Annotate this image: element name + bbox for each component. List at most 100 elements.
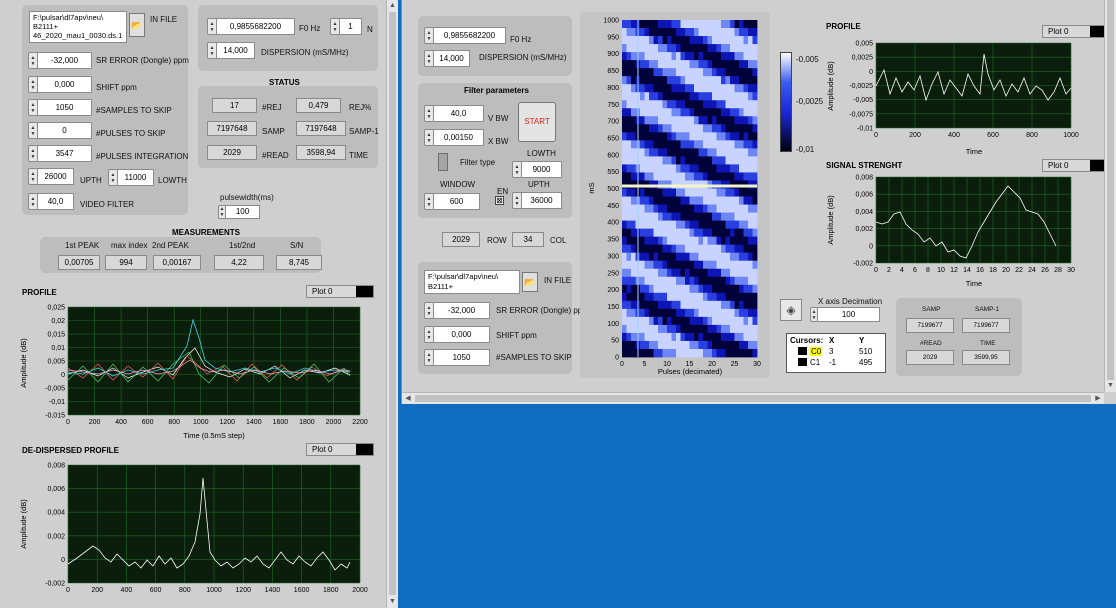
folder-browse-button[interactable]: 📂 bbox=[129, 13, 145, 37]
upth-input[interactable]: 26000 bbox=[38, 168, 74, 185]
waterfall-cell bbox=[694, 36, 699, 45]
rf-in-file-path[interactable]: F:\pulsar\dl7apv\neu\ B2111+ bbox=[424, 270, 520, 294]
start-button[interactable]: START bbox=[518, 102, 556, 142]
dedispersed-legend[interactable]: Plot 0 bbox=[306, 443, 374, 456]
xbw-input[interactable]: 0,00150 bbox=[434, 129, 484, 146]
waterfall-cell bbox=[658, 196, 663, 205]
n-control[interactable]: ▲ ▼ 1 bbox=[330, 18, 362, 35]
dispersion-control[interactable]: ▲ ▼ 14,000 bbox=[207, 42, 255, 59]
cursor-table[interactable]: Cursors: X Y C0 3 510 C1 -1 495 bbox=[786, 333, 886, 373]
rf-sr-error-control[interactable]: ▲ ▼ -32,000 bbox=[424, 302, 490, 319]
xbw-control[interactable]: ▲ ▼ 0,00150 bbox=[424, 129, 484, 146]
waterfall-cell bbox=[739, 340, 744, 350]
waterfall-cell bbox=[703, 188, 708, 197]
waterfall-cell bbox=[676, 268, 681, 278]
video-filter-input[interactable]: 40,0 bbox=[38, 193, 74, 210]
en-checkbox[interactable]: ⊠ bbox=[495, 196, 504, 205]
sr-error-control[interactable]: ▲ ▼ -32,000 bbox=[28, 52, 92, 69]
vbw-input[interactable]: 40,0 bbox=[434, 105, 484, 122]
waterfall-cell bbox=[631, 252, 636, 262]
sr-error-input[interactable]: -32,000 bbox=[38, 52, 92, 69]
window-control[interactable]: ▲ ▼ 600 bbox=[424, 193, 480, 210]
waterfall-cell bbox=[703, 124, 708, 133]
rf-folder-browse-button[interactable]: 📂 bbox=[522, 272, 538, 292]
pulses-skip-input[interactable]: 0 bbox=[38, 122, 92, 139]
scroll-thumb[interactable] bbox=[1107, 0, 1114, 380]
waterfall-cell bbox=[658, 228, 663, 238]
f0-input[interactable]: 0,9855682200 bbox=[217, 18, 295, 35]
pulsewidth-input[interactable]: 100 bbox=[226, 205, 260, 219]
upth-control[interactable]: ▲ ▼ 26000 bbox=[28, 168, 74, 185]
waterfall-cell bbox=[658, 124, 663, 133]
scroll-down-arrow[interactable]: ▼ bbox=[1105, 380, 1116, 392]
f0-control[interactable]: ▲ ▼ 0,9855682200 bbox=[207, 18, 295, 35]
waterfall-cell bbox=[707, 68, 713, 77]
pulses-integration-input[interactable]: 3547 bbox=[38, 145, 92, 162]
waterfall-cell bbox=[730, 212, 735, 221]
dispersion-input[interactable]: 14,000 bbox=[217, 42, 255, 59]
lowth-input[interactable]: 11000 bbox=[118, 169, 154, 186]
rf-shift-control[interactable]: ▲ ▼ 0,000 bbox=[424, 326, 490, 343]
rf-upth-control[interactable]: ▲ ▼ 36000 bbox=[512, 192, 562, 209]
waterfall-cell bbox=[631, 348, 636, 358]
waterfall-cell bbox=[721, 76, 726, 85]
rf-dispersion-control[interactable]: ▲ ▼ 14,000 bbox=[424, 50, 470, 67]
cursor-c0-name[interactable]: C0 bbox=[810, 347, 823, 356]
samples-skip-control[interactable]: ▲ ▼ 1050 bbox=[28, 99, 92, 116]
pulses-integration-control[interactable]: ▲ ▼ 3547 bbox=[28, 145, 92, 162]
scroll-up-arrow[interactable]: ▲ bbox=[387, 0, 398, 12]
samples-skip-input[interactable]: 1050 bbox=[38, 99, 92, 116]
y-tick-label: -0,002 bbox=[45, 581, 65, 588]
waterfall-cell bbox=[658, 292, 663, 302]
rf-f0-control[interactable]: ▲ ▼ 0,9855682200 bbox=[424, 27, 506, 44]
waterfall-cell bbox=[662, 60, 668, 69]
left-scrollbar[interactable]: ▲ ▼ bbox=[386, 0, 398, 608]
right-vscrollbar[interactable]: ▼ bbox=[1104, 0, 1116, 392]
profile-legend[interactable]: Plot 0 bbox=[306, 285, 374, 298]
dedispersed-legend-label: Plot 0 bbox=[312, 445, 333, 454]
signal-graph: Amplitude (dB) Time 0,008 0,006 0,004 0,002… bbox=[826, 175, 1075, 289]
window-input[interactable]: 600 bbox=[434, 193, 480, 210]
waterfall-cell bbox=[622, 60, 627, 69]
waterfall-cell bbox=[631, 100, 636, 109]
pulses-skip-control[interactable]: ▲ ▼ 0 bbox=[28, 122, 92, 139]
rf-lowth-input[interactable]: 9000 bbox=[522, 161, 562, 178]
scroll-right-arrow[interactable]: ▶ bbox=[1092, 393, 1104, 404]
rf-sr-error-input[interactable]: -32,000 bbox=[434, 302, 490, 319]
waterfall-cell bbox=[748, 276, 753, 286]
signal-legend[interactable]: Plot 0 bbox=[1042, 159, 1108, 172]
scroll-left-arrow[interactable]: ◀ bbox=[402, 393, 414, 404]
lowth-control[interactable]: ▲ ▼ 11000 bbox=[108, 169, 154, 186]
rf-upth-input[interactable]: 36000 bbox=[522, 192, 562, 209]
scroll-thumb[interactable] bbox=[389, 12, 396, 595]
xdecim-control[interactable]: ▲ ▼ 100 bbox=[810, 307, 880, 322]
rf-samples-skip-input[interactable]: 1050 bbox=[434, 349, 490, 366]
rf-shift-input[interactable]: 0,000 bbox=[434, 326, 490, 343]
rf-f0-input[interactable]: 0,9855682200 bbox=[434, 27, 506, 44]
waterfall-cell bbox=[640, 68, 645, 77]
scroll-thumb[interactable] bbox=[415, 395, 1091, 402]
waterfall-cell bbox=[712, 60, 717, 69]
n-input[interactable]: 1 bbox=[340, 18, 362, 35]
waterfall-cell bbox=[730, 28, 735, 37]
in-file-path[interactable]: F:\pulsar\dl7apv\neu\ B2111+ 46_2020_mau… bbox=[29, 11, 127, 43]
cursor-c1-name[interactable]: C1 bbox=[810, 358, 820, 367]
scroll-down-arrow[interactable]: ▼ bbox=[387, 596, 398, 608]
pan-tool-icon[interactable]: ◈ bbox=[780, 299, 802, 321]
right-hscrollbar[interactable]: ◀ ▶ bbox=[402, 392, 1104, 404]
waterfall-cell bbox=[739, 156, 744, 165]
shift-control[interactable]: ▲ ▼ 0,000 bbox=[28, 76, 92, 93]
rf-lowth-control[interactable]: ▲ ▼ 9000 bbox=[512, 161, 562, 178]
vbw-control[interactable]: ▲ ▼ 40,0 bbox=[424, 105, 484, 122]
xdecim-input[interactable]: 100 bbox=[818, 307, 880, 322]
rf-samples-skip-control[interactable]: ▲ ▼ 1050 bbox=[424, 349, 490, 366]
video-filter-control[interactable]: ▲ ▼ 40,0 bbox=[28, 193, 74, 210]
pulsewidth-control[interactable]: ▲ ▼ 100 bbox=[218, 205, 260, 219]
shift-input[interactable]: 0,000 bbox=[38, 76, 92, 93]
rf-dispersion-input[interactable]: 14,000 bbox=[434, 50, 470, 67]
waterfall-cell bbox=[694, 292, 699, 302]
waterfall-cell bbox=[626, 116, 632, 125]
waterfall-cell bbox=[653, 116, 659, 125]
filter-type-switch[interactable] bbox=[438, 153, 448, 171]
waterfall-cell bbox=[698, 252, 704, 262]
